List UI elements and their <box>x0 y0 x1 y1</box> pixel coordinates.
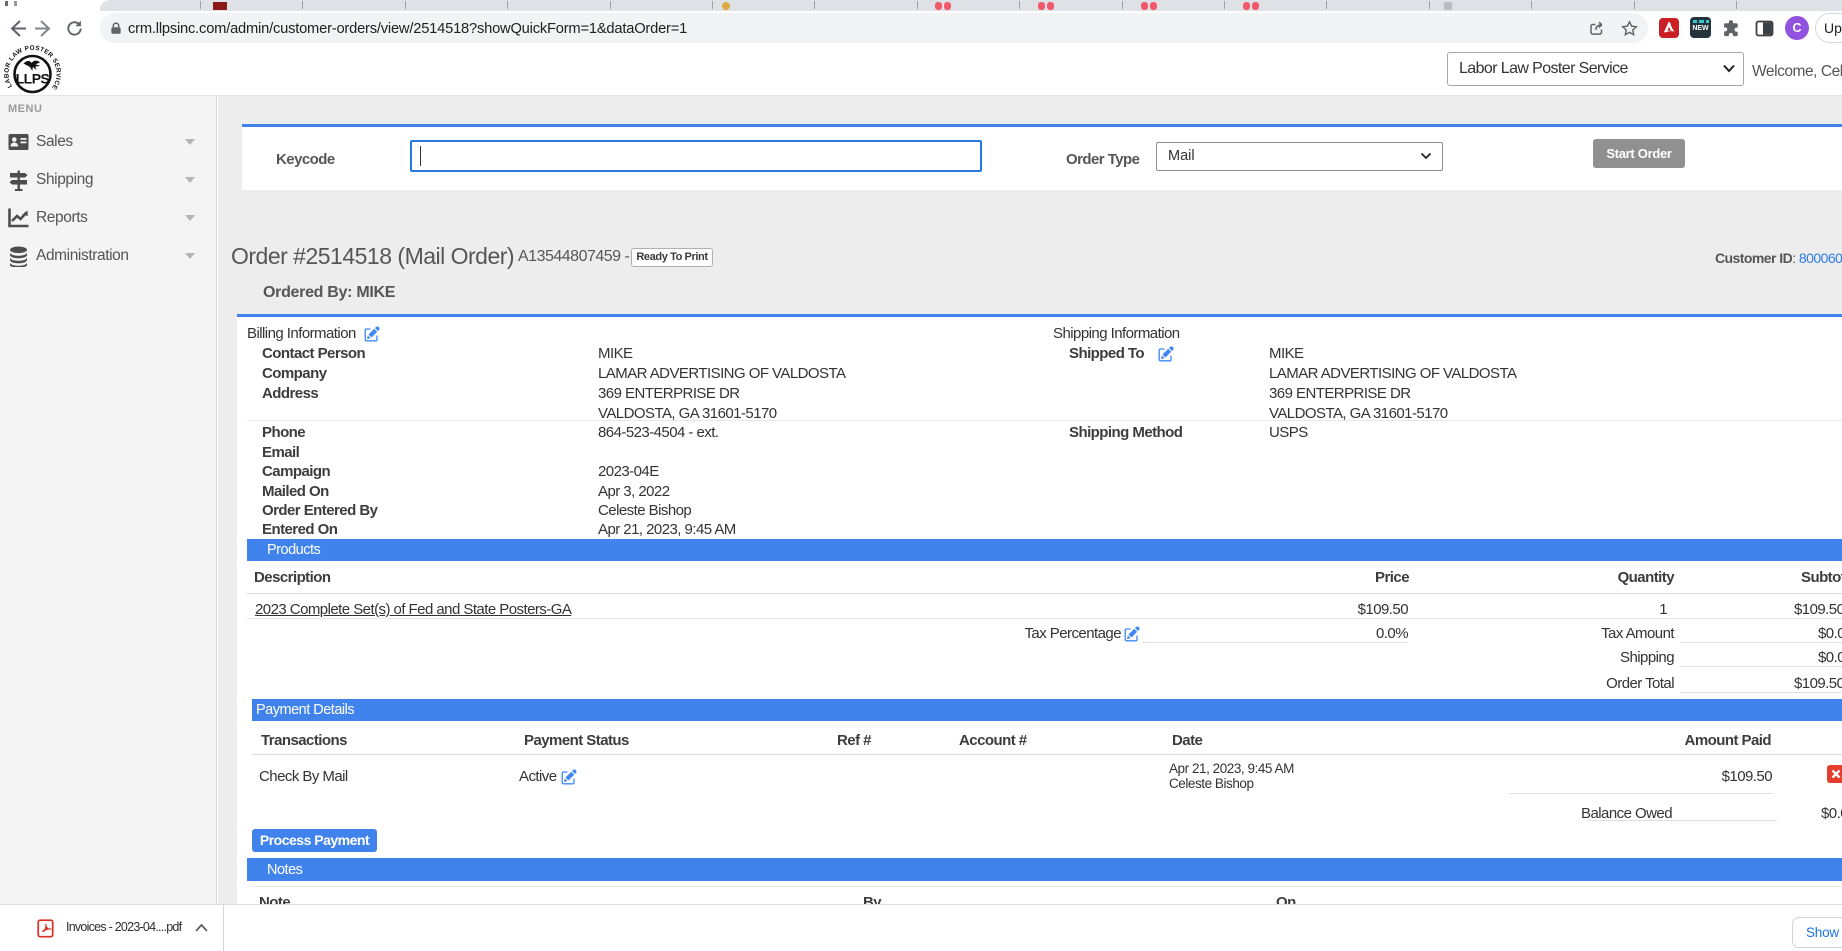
svg-text:LLPS: LLPS <box>16 71 50 87</box>
